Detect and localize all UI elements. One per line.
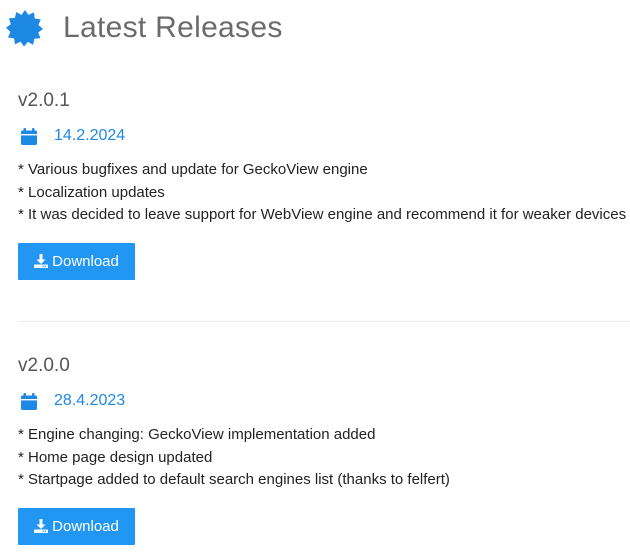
- release-entry: v2.0.1 14.2.2024 * Various bugfixes and …: [18, 88, 630, 280]
- page-header: Latest Releases: [6, 8, 283, 48]
- download-icon: [34, 519, 49, 533]
- download-button[interactable]: Download: [18, 507, 135, 545]
- download-icon: [34, 254, 49, 268]
- release-date-row: 14.2.2024: [18, 125, 630, 147]
- release-note: * Localization updates: [18, 183, 165, 201]
- page-title: Latest Releases: [63, 11, 283, 44]
- release-entry: v2.0.0 28.4.2023 * Engine changing: Geck…: [18, 353, 630, 545]
- download-button-label: Download: [52, 517, 119, 535]
- release-note: * Home page design updated: [18, 448, 213, 466]
- release-note: * Engine changing: GeckoView implementat…: [18, 426, 376, 443]
- release-note: * It was decided to leave support for We…: [18, 206, 627, 223]
- gear-badge-icon: [6, 9, 44, 47]
- calendar-icon: [21, 392, 37, 410]
- release-date: 14.2.2024: [54, 127, 126, 144]
- release-note: * Various bugfixes and update for GeckoV…: [18, 161, 368, 178]
- release-version: v2.0.1: [18, 90, 70, 111]
- releases-page: Latest Releases v2.0.1 14.2.2024 * Vario…: [0, 0, 630, 560]
- release-note: * Startpage added to default search engi…: [18, 471, 450, 488]
- release-version: v2.0.0: [18, 355, 70, 376]
- release-divider: [18, 321, 630, 322]
- download-button[interactable]: Download: [18, 242, 135, 280]
- release-date: 28.4.2023: [54, 392, 126, 409]
- download-button-label: Download: [52, 252, 119, 270]
- calendar-icon: [21, 127, 37, 145]
- release-notes: * Engine changing: GeckoView implementat…: [18, 424, 630, 492]
- release-notes: * Various bugfixes and update for GeckoV…: [18, 159, 630, 227]
- release-date-row: 28.4.2023: [18, 390, 630, 412]
